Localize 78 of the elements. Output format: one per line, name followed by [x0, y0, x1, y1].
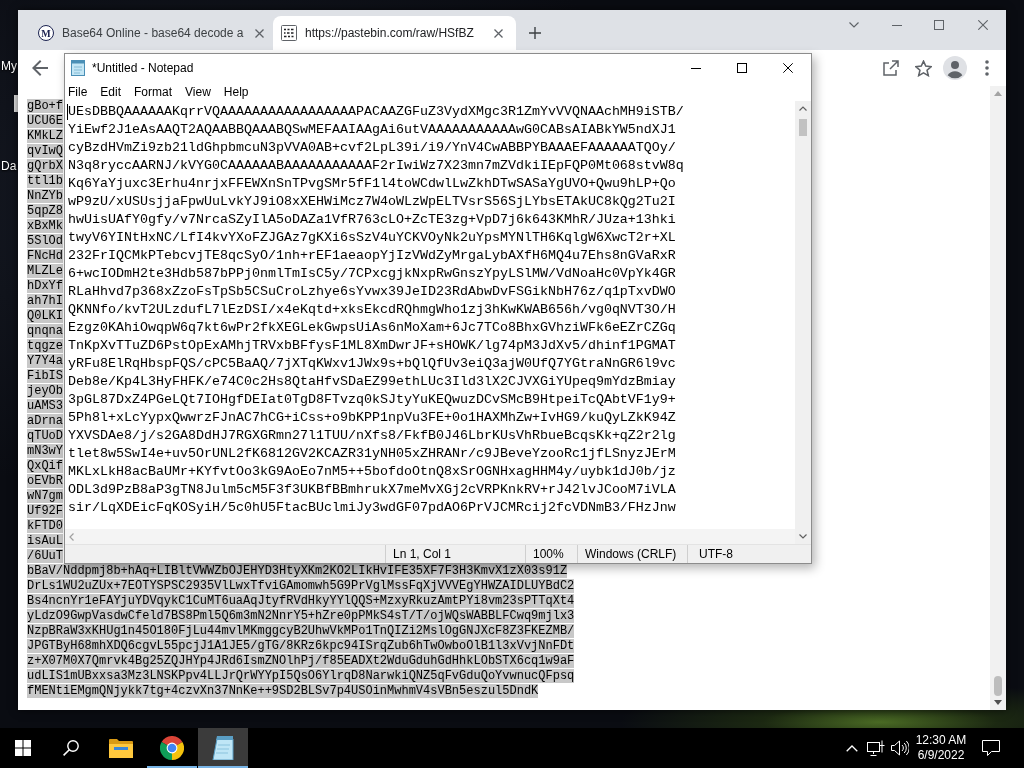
text-line: YXVSDAe8/j/s2GA8DdHJ7RGXGRmn27l1TUU/nXfs8/FkfB0J46LbrKUsVhRbueBcqsKk+qZ2r2lg — [68, 428, 676, 443]
network-icon — [867, 740, 885, 756]
minimize-icon — [691, 67, 701, 69]
scrollbar-thumb[interactable] — [994, 676, 1002, 696]
menu-item[interactable]: File — [65, 84, 91, 99]
text-line: QKNNfo/kvT2ULzdufL7lEzDSI/x4eKqtd+xksEkcdRQhmgWho1zj3hKwKWAB656h/vg0qNVT3O/H — [68, 302, 676, 317]
browser-tab[interactable]: https://pastebin.com/raw/HSfBZ — [273, 16, 516, 50]
scroll-down-icon[interactable] — [799, 534, 807, 539]
text-line: yRFu8ElRqHbspFQS/cPC5BaAQ/7jXTqKWxv1JWx9s+bQlQfUv3eiQ3ajW0UfQ7YGtraNnGR6l9vc — [68, 356, 676, 371]
desktop-icon-label[interactable]: Da — [1, 159, 17, 173]
text-line: tlet8w5SwI4e+uv5OrUNL2fK6812GV2KCAZR31yNH05xZHRANr/c9JBeveYzooRc1jfLSnyzJErM — [68, 446, 676, 461]
maximize-icon — [737, 63, 747, 73]
text-line: UEsDBBQAAAAAAKqrrVQAAAAAAAAAAAAAAAAAPACAAZGFuZ3VydXMgc3R1ZmYvVVQNAAchMH9iSTB/ — [68, 104, 684, 119]
notepad-icon — [71, 60, 85, 76]
menu-item[interactable]: Format — [131, 84, 176, 99]
window-title: *Untitled - Notepad — [92, 61, 194, 75]
chevron-down-icon — [849, 22, 859, 28]
star-icon — [914, 59, 932, 77]
horizontal-scrollbar[interactable] — [65, 529, 795, 544]
text-line: wP9zU/xUSUsjjaFpwUuLvkYJ9iO8xXEHWiMcz7W4oWLzWpELTVsrS56SjLYbsETAkUC8kQg2Tu2I — [68, 194, 676, 209]
taskbar-app-button[interactable] — [198, 728, 248, 768]
three-dots-icon — [985, 60, 989, 76]
text-line: Kq6YaYjuxc3Erhu4nrjxFFEWXnSnTPvgSMr5fF1l4toWCdwlLwZkhDTwSASaYgUVO+Qwu9hLP+Qo — [68, 176, 676, 191]
text-line: YiEwf2J1eAsAAQT2AQAABBQAAABQSwMEFAAIAAgAi6utVAAAAAAAAAAAwG0CABsAIABkYW5ndXJ1 — [68, 122, 676, 137]
vertical-scrollbar[interactable] — [990, 86, 1006, 710]
text-line: sir/LqXDEicFqKOSyiH/5c0hU5FtacBUclmiJy3wdGF07pdAO6PrVJCMRcij2fcVDNmB3/FHzJnw — [68, 500, 676, 515]
menu-item[interactable]: Help — [220, 84, 252, 99]
maximize-icon — [934, 20, 944, 30]
chevron-up-icon — [846, 744, 858, 752]
back-arrow-icon — [32, 60, 48, 76]
menu-item[interactable]: View — [182, 84, 214, 99]
scrollbar-thumb[interactable] — [799, 119, 807, 136]
vertical-scrollbar[interactable] — [795, 101, 811, 544]
profile-button[interactable] — [940, 53, 970, 83]
scroll-up-icon[interactable] — [799, 106, 807, 111]
text-line: Deb8e/Kp4L3HyFHFK/e74C0c2Hs8QtaHfvSDaEZ99ethLUc3Ild3lX2CJVXGiYUpeq9mYdzBmiay — [68, 374, 676, 389]
text-line: N3q8ryccAARNJ/kVYG0CAAAAAABAAAAAAAAAAAF2rIwiWz7X23mn7mZVdkiIEpFQP0Mt068stvW8q — [68, 158, 684, 173]
text-caret — [67, 104, 68, 120]
close-icon — [978, 20, 988, 30]
text-line: RLaHhvd7p368xZzoFsTpSb5CSuCroLzhye6sYvwx39JeID23RdAbwDvFSGikNbH76z/q1pTxvDWO — [68, 284, 676, 299]
text-line: 232FrIQCMkPTebcvjTE8qcSyO/1nh+rEF1aeaopYjIzVWdZyMrgaLybAXfH6MQ4u7Ehs8nGVaRxR — [68, 248, 676, 263]
minimize-icon — [892, 24, 902, 26]
file-icon — [281, 25, 297, 41]
notepad-icon — [212, 736, 234, 760]
text-encoding: UTF-8 — [687, 545, 811, 563]
browser-tab[interactable]: M Base64 Online - base64 decode a — [30, 16, 273, 50]
close-icon — [783, 63, 793, 73]
text-line: twyV6YINtHxNC/LfI4kvYXoFZJGAz7gKXi6sSzV4uYCKVOyNk2uYpsMYNlTH6KqlgW6XwcT2r+XL — [68, 230, 676, 245]
text-line: 5Ph8l+xLcYypxQwwrzFJnAC7hCG+iCss+o9bKPP1npVu3FE+0o1HAXMhZw+IvHG9/kuQyLZkK94Z — [68, 410, 676, 425]
close-icon — [493, 28, 503, 38]
text-line: ODL3d9PzB8aP3gTN8Julm5cM5F3f3UKBfBBmhrukX7meMvXGj2cVRPKnkRV+rJ42lvJCooM7iVLA — [68, 482, 676, 497]
site-logo: M — [38, 25, 54, 41]
four-panes-icon — [15, 740, 31, 756]
menu-item[interactable]: Edit — [97, 84, 125, 99]
text-line: MKLxLkH8acBaUMr+KYfvtOo3kG9AoEo7nM5++5bofdoOtnQ8xSrOGNHxagHHM4y/uybk1dJ0b/jz — [68, 464, 676, 479]
text-line: hwUisUAfY0gfy/v7NrcaSZyIlA5oDAZa1VfR763cLO+ZcTE3zg+VpD7j6k643KMhR/JUza+13hki — [68, 212, 676, 227]
line-ending: Windows (CRLF) — [577, 545, 687, 563]
avatar-icon — [943, 56, 967, 80]
volume-icon — [891, 740, 909, 756]
share-icon — [883, 60, 899, 76]
text-line: 3pGL87DxZ4PGeLQt7IOHgfDEIat0TgD8FTvzq0kSJtyYuKEQwuzDCvSMcB9HtpeiTcQAbtVF1y9+ — [68, 392, 676, 407]
text-line: TnKpXvTTuZD6PstOpExAMhjTRVxbBFfysF1ML8XmDwrJF+sHOWK/lg74pM3JdXv5/dhinf1PGMAT — [68, 338, 676, 353]
zoom-level: 100% — [525, 545, 577, 563]
clock-date[interactable]: 6/9/2022 — [917, 748, 965, 763]
search-icon — [63, 740, 79, 756]
text-line: 6+wcIODmH2te3Hdb587bPPj0nmlTmIsC5y/7CPxcgjkNxpRwGnszYpyLSlMW/VdNoaHc0VpYk4GR — [68, 266, 676, 281]
browser-icon — [160, 736, 184, 760]
desktop-icon-label[interactable]: My — [1, 59, 17, 73]
plus-icon — [529, 27, 541, 39]
text-line: cyBzdHVmZi9zb21ldGhpbmcuN3pVVA0AB+cvf2LpL39i/i9/YnV4CwABBPYBAAAEFAAAAAATQOy/ — [68, 140, 676, 155]
scroll-left-icon[interactable] — [69, 532, 74, 541]
speech-bubble-icon — [982, 740, 1000, 756]
text-line: Ezgz0KAhiOwqpW6q7kt6wPr2fkXEGLekGwpsUiAs6nMoXam+6Jc7TCo8BhxGVhziWFk6eEZrCZGq — [68, 320, 676, 335]
cursor-position: Ln 1, Col 1 — [385, 545, 525, 563]
folder-icon — [109, 738, 133, 758]
close-icon — [254, 28, 264, 38]
clock-time[interactable]: 12:30 AM — [915, 733, 967, 748]
scroll-down-icon[interactable] — [994, 700, 1002, 705]
